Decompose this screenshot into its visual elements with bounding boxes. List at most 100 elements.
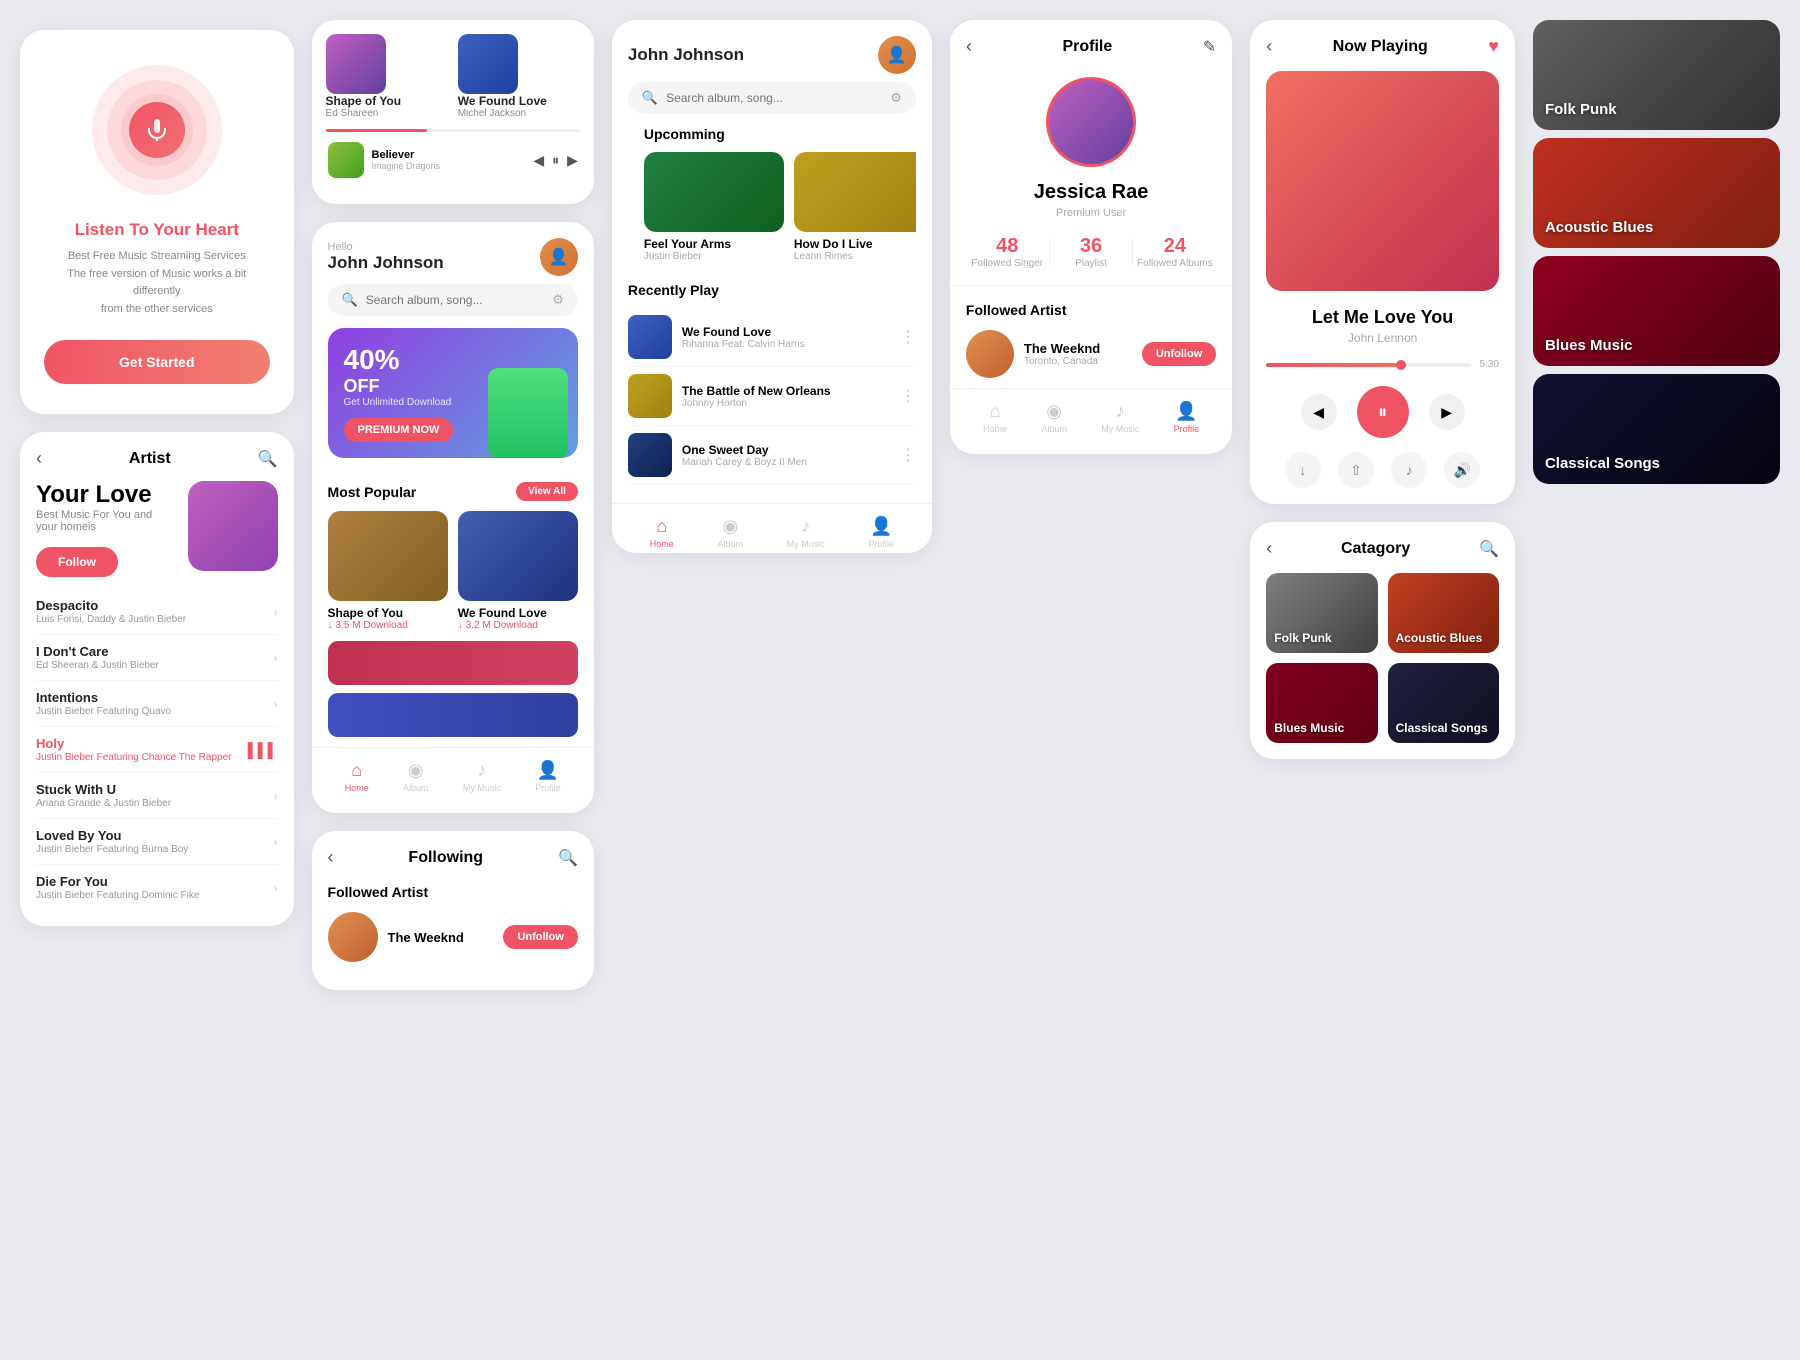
main-nav-profile[interactable]: 👤 Profile: [868, 516, 894, 549]
cat-big-item-4[interactable]: Classical Songs: [1533, 374, 1780, 484]
mic-button[interactable]: [129, 102, 185, 158]
profile-name: Jessica Rae: [950, 181, 1232, 204]
download-icon: ↓: [458, 620, 463, 631]
nav-my-music[interactable]: ♪ My Music: [463, 760, 501, 793]
search-icon: 🔍: [342, 292, 358, 308]
now-playing-progress: 5:30: [1266, 359, 1499, 370]
song-title-active: Holy: [36, 736, 231, 751]
artist-search-icon[interactable]: 🔍: [258, 449, 278, 469]
more-icon-3[interactable]: ⋮: [900, 445, 916, 465]
cat-big-item-3[interactable]: Blues Music: [1533, 256, 1780, 366]
artist-back-button[interactable]: ‹: [36, 448, 42, 469]
profile-nav-album[interactable]: ◉ Album: [1041, 401, 1067, 434]
artist-header-title: Artist: [129, 450, 171, 468]
volume-action-button[interactable]: 🔊: [1444, 452, 1480, 488]
progress-filled: [1266, 363, 1406, 367]
premium-button[interactable]: PREMIUM NOW: [344, 418, 454, 442]
profile-card: ‹ Profile ✎ Jessica Rae Premium User 48 …: [950, 20, 1232, 454]
now-playing-back-button[interactable]: ‹: [1266, 36, 1272, 57]
song-card-2: We Found Love Michel Jackson: [458, 34, 580, 119]
progress-track[interactable]: [1266, 363, 1471, 367]
artist-name: Your Love: [36, 481, 176, 509]
album-icon: ◉: [722, 516, 738, 537]
following-title: Following: [408, 849, 483, 867]
profile-nav-album-label: Album: [1041, 424, 1067, 434]
play-pause-button[interactable]: ⏸: [1357, 386, 1409, 438]
song-title: Stuck With U: [36, 782, 171, 797]
nav-home[interactable]: ⌂ Home: [345, 760, 369, 793]
next-button[interactable]: ▶: [567, 152, 578, 169]
unfollow-button[interactable]: Unfollow: [503, 925, 577, 949]
following-search-icon[interactable]: 🔍: [558, 848, 578, 868]
heart-icon[interactable]: ♥: [1488, 36, 1499, 57]
mini-album-art: [328, 142, 364, 178]
category-item-1[interactable]: Folk Punk: [1266, 573, 1377, 653]
download-action-button[interactable]: ↓: [1285, 452, 1321, 488]
recent-song-3: One Sweet Day: [682, 443, 807, 457]
main-nav-album-label: Album: [718, 539, 744, 549]
profile-nav-my-music[interactable]: ♪ My Music: [1101, 401, 1139, 434]
song-artist: Luis Fonsi, Daddy & Justin Bieber: [36, 614, 186, 625]
greeting-block: Hello John Johnson: [328, 241, 444, 273]
nav-profile-label: Profile: [535, 783, 561, 793]
mini-controls: ◀ ⏸ ▶: [533, 152, 578, 169]
main-greeting: John Johnson: [628, 45, 744, 65]
following-screen: ‹ Following 🔍 Followed Artist The Weeknd…: [312, 831, 594, 990]
more-icon-2[interactable]: ⋮: [900, 386, 916, 406]
profile-nav-profile[interactable]: 👤 Profile: [1174, 401, 1200, 434]
profile-back-button[interactable]: ‹: [966, 36, 972, 57]
recently-title: Recently Play: [628, 282, 916, 298]
get-started-button[interactable]: Get Started: [44, 340, 270, 384]
prev-track-button[interactable]: ◀: [1301, 394, 1337, 430]
upcoming-song-2: How Do I Live: [794, 237, 916, 251]
song-artist-1: Ed Shareen: [326, 108, 448, 119]
recent-artist-2: Johnny Horton: [682, 398, 831, 409]
main-nav-home[interactable]: ⌂ Home: [650, 516, 674, 549]
listen-title-accent: Heart: [195, 220, 238, 239]
next-track-button[interactable]: ▶: [1429, 394, 1465, 430]
following-back-button[interactable]: ‹: [328, 847, 334, 868]
profile-nav-home[interactable]: ⌂ Home: [983, 401, 1007, 434]
listen-title-plain: Listen To Your: [75, 220, 191, 239]
category-search-icon[interactable]: 🔍: [1479, 539, 1499, 559]
column-5: ‹ Now Playing ♥ Let Me Love You John Len…: [1250, 20, 1515, 759]
category-item-4[interactable]: Classical Songs: [1388, 663, 1499, 743]
category-item-3[interactable]: Blues Music: [1266, 663, 1377, 743]
chevron-right-icon: ›: [274, 835, 278, 849]
pause-button[interactable]: ⏸: [552, 152, 559, 169]
cat-big-item-1[interactable]: Folk Punk: [1533, 20, 1780, 130]
profile-edit-icon[interactable]: ✎: [1203, 37, 1216, 57]
main-search-bar: 🔍 ⚙: [628, 82, 916, 114]
cat-big-item-2[interactable]: Acoustic Blues: [1533, 138, 1780, 248]
main-filter-icon[interactable]: ⚙: [890, 90, 902, 106]
profile-unfollow-button[interactable]: Unfollow: [1142, 342, 1216, 366]
song-card-1: Shape of You Ed Shareen: [326, 34, 448, 119]
popular-grid: Shape of You ↓ 3.5 M Download We Found L…: [312, 511, 594, 631]
search-input[interactable]: [366, 293, 545, 307]
main-nav-my-music[interactable]: ♪ My Music: [787, 516, 825, 549]
profile-stats: 48 Followed Singer 36 Playlist 24 Follow…: [950, 235, 1232, 286]
album-icon: ◉: [1046, 401, 1062, 422]
list-item: One Sweet Day Mariah Carey & Boyz II Men…: [628, 426, 916, 485]
main-nav-album[interactable]: ◉ Album: [718, 516, 744, 549]
prev-button[interactable]: ◀: [533, 152, 544, 169]
nav-profile[interactable]: 👤 Profile: [535, 760, 561, 793]
share-action-button[interactable]: ⇧: [1338, 452, 1374, 488]
main-search-input[interactable]: [666, 91, 882, 105]
nav-album[interactable]: ◉ Album: [403, 760, 429, 793]
main-avatar: 👤: [878, 36, 916, 74]
view-all-button[interactable]: View All: [516, 482, 578, 501]
song-thumbnail-1: [326, 34, 386, 94]
follow-button[interactable]: Follow: [36, 547, 118, 577]
category-item-2[interactable]: Acoustic Blues: [1388, 573, 1499, 653]
list-item: Despacito Luis Fonsi, Daddy & Justin Bie…: [36, 589, 278, 635]
spacer: [312, 470, 594, 482]
home-icon: ⌂: [351, 760, 362, 781]
filter-icon[interactable]: ⚙: [552, 292, 564, 308]
music-action-button[interactable]: ♪: [1391, 452, 1427, 488]
main-nav-home-label: Home: [650, 539, 674, 549]
category-back-button[interactable]: ‹: [1266, 538, 1272, 559]
stat-playlist: 36 Playlist: [1050, 235, 1133, 269]
most-popular-header: Most Popular View All: [312, 482, 594, 511]
more-icon-1[interactable]: ⋮: [900, 327, 916, 347]
